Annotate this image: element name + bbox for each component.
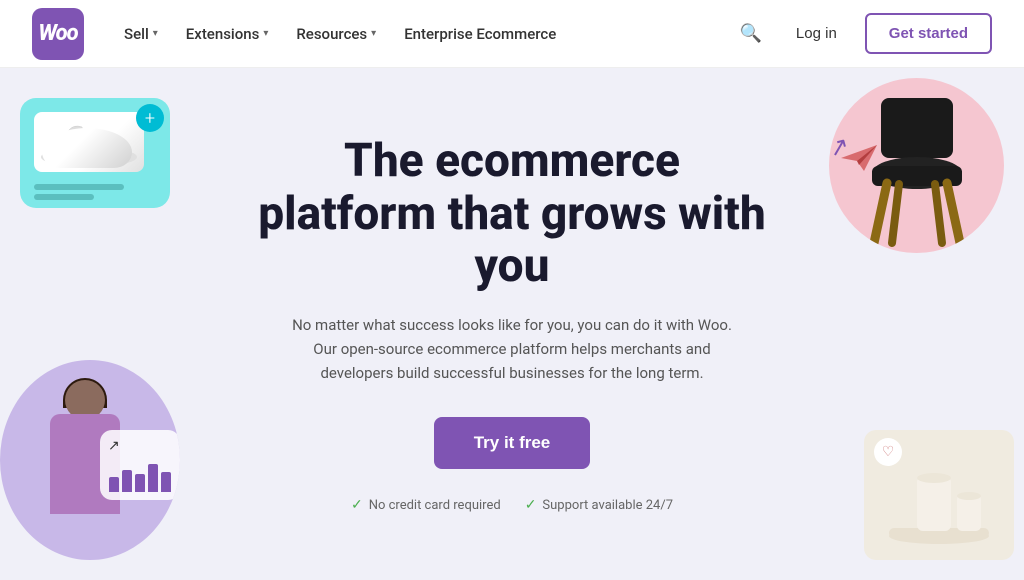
chart-bars	[109, 459, 171, 492]
deco-line-1	[34, 184, 124, 190]
trend-arrow: ↗	[108, 438, 120, 454]
nav-extensions-label: Extensions	[186, 25, 260, 43]
check-icon-1: ✓	[351, 497, 363, 513]
plus-icon: +	[136, 104, 164, 132]
nav-item-extensions[interactable]: Extensions ▾	[174, 17, 281, 51]
search-button[interactable]: 🔍	[734, 17, 768, 50]
login-button[interactable]: Log in	[784, 17, 849, 50]
badge-1-label: No credit card required	[369, 498, 501, 513]
nav-item-enterprise[interactable]: Enterprise Ecommerce	[392, 17, 568, 51]
deco-line-2	[34, 194, 94, 200]
hero-content: The ecommerce platform that grows with y…	[252, 135, 772, 514]
get-started-button[interactable]: Get started	[865, 13, 992, 54]
logo[interactable]: Woo	[32, 8, 84, 60]
hero-description: No matter what success looks like for yo…	[292, 313, 732, 385]
nav-actions: 🔍 Log in Get started	[734, 13, 993, 54]
cta-wrapper: Try it free	[252, 417, 772, 489]
search-icon: 🔍	[740, 23, 762, 43]
candles-svg	[879, 456, 999, 546]
heart-icon: ♡	[874, 438, 902, 466]
bar-3	[135, 474, 145, 492]
hero-title: The ecommerce platform that grows with y…	[252, 135, 772, 294]
check-icon-2: ✓	[525, 497, 537, 513]
paper-plane-icon	[839, 143, 879, 173]
navbar: Woo Sell ▾ Extensions ▾ Resources ▾ Ente…	[0, 0, 1024, 68]
nav-sell-label: Sell	[124, 25, 149, 43]
deco-person-circle: ↗	[0, 360, 180, 560]
logo-text: Woo	[38, 21, 77, 46]
nav-item-resources[interactable]: Resources ▾	[284, 17, 388, 51]
candles-display	[879, 456, 999, 550]
deco-chair-card: ↗	[824, 78, 1004, 288]
badge-no-credit-card: ✓ No credit card required	[351, 497, 501, 513]
hero-section: + ↗	[0, 68, 1024, 580]
logo-box: Woo	[32, 8, 84, 60]
deco-sneaker-card: +	[20, 98, 170, 208]
nav-links: Sell ▾ Extensions ▾ Resources ▾ Enterpri…	[112, 17, 734, 51]
trust-badges: ✓ No credit card required ✓ Support avai…	[252, 497, 772, 513]
bar-4	[148, 464, 158, 492]
deco-lines	[34, 184, 124, 200]
nav-extensions-chevron: ▾	[263, 28, 268, 39]
try-free-button[interactable]: Try it free	[434, 417, 591, 469]
bar-1	[109, 477, 119, 492]
bar-2	[122, 470, 132, 492]
bar-5	[161, 472, 171, 492]
nav-item-sell[interactable]: Sell ▾	[112, 17, 170, 51]
shoe-image	[34, 112, 144, 172]
badge-2-label: Support available 24/7	[542, 498, 673, 513]
badge-support: ✓ Support available 24/7	[525, 497, 673, 513]
deco-product-card: ♡	[864, 430, 1014, 560]
nav-resources-chevron: ▾	[371, 28, 376, 39]
nav-resources-label: Resources	[296, 25, 367, 43]
chart-bubble: ↗	[100, 430, 180, 500]
nav-sell-chevron: ▾	[153, 28, 158, 39]
